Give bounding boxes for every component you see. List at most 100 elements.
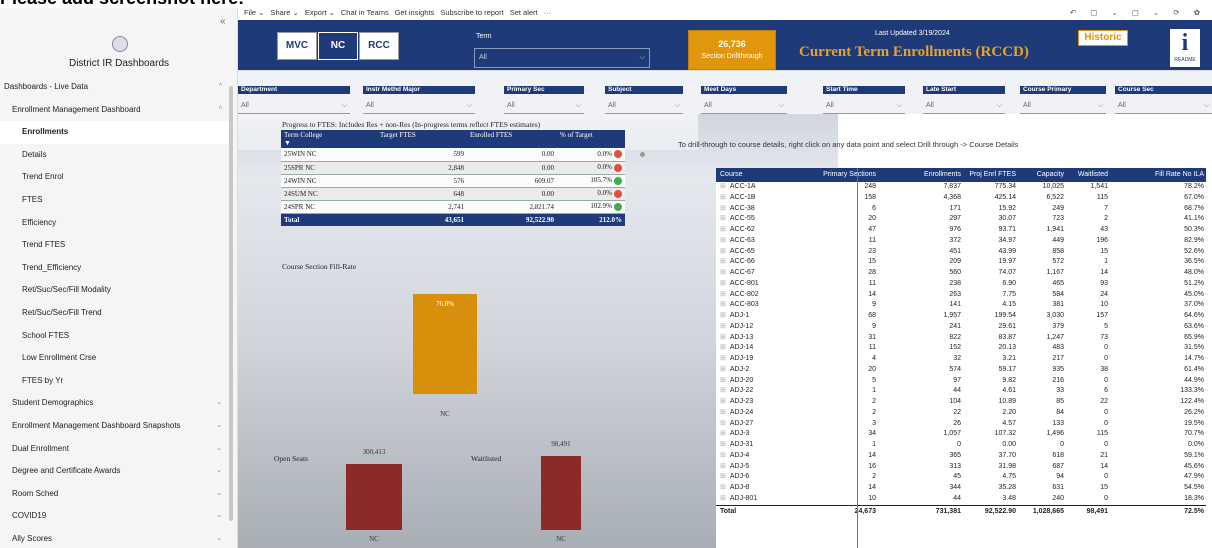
table-row[interactable]: ⊞ ADJ-3 34 1,057 107.32 1,496 115 70.7%: [716, 429, 1206, 440]
expand-icon[interactable]: ⊞: [720, 495, 726, 502]
sidebar-item[interactable]: FTES: [0, 189, 230, 212]
table-row[interactable]: ⊞ ACC-65 23 451 43.99 858 15 52.6%: [716, 247, 1206, 258]
filter-department[interactable]: Department All ⌵: [238, 86, 350, 114]
col-header-term[interactable]: Term College ▼: [281, 130, 377, 148]
sidebar-item[interactable]: Trend FTES: [0, 234, 230, 257]
table-row[interactable]: ⊞ ACC-67 28 560 74.07 1,167 14 48.0%: [716, 268, 1206, 279]
expand-icon[interactable]: ⊞: [720, 280, 726, 287]
expand-icon[interactable]: ⊞: [720, 366, 726, 373]
toolbar-teams-icon[interactable]: Chat in Teams: [341, 8, 389, 17]
chevron-up-icon[interactable]: ^: [219, 99, 222, 122]
table-row[interactable]: 25WIN NC 599 0.00 0.0%: [281, 148, 625, 162]
table-row[interactable]: ⊞ ACC-1B 158 4,368 425.14 6,522 115 67.0%: [716, 193, 1206, 204]
col-header-target[interactable]: Target FTES: [377, 130, 467, 148]
toolbar-alert-icon[interactable]: Set alert: [510, 8, 538, 17]
table-scroll-indicator[interactable]: [640, 152, 645, 157]
sidebar-item[interactable]: Dashboards - Live Data ^: [0, 76, 230, 99]
expand-icon[interactable]: ⊞: [720, 291, 726, 298]
readme-button[interactable]: i README: [1168, 27, 1202, 69]
col-header-pct[interactable]: % of Target: [557, 130, 625, 148]
sidebar-item[interactable]: Enrollment Management Dashboard ^: [0, 99, 230, 122]
table-row[interactable]: ⊞ ACC-66 15 209 19.97 572 1 36.5%: [716, 257, 1206, 268]
expand-icon[interactable]: ⊞: [720, 473, 726, 480]
col-header[interactable]: Capacity: [1037, 168, 1064, 182]
expand-icon[interactable]: ⊞: [720, 355, 726, 362]
table-row[interactable]: ⊞ ACC-62 47 976 93.71 1,941 43 50.3%: [716, 225, 1206, 236]
table-row[interactable]: ⊞ ADJ-19 4 32 3.21 217 0 14.7%: [716, 354, 1206, 365]
expand-icon[interactable]: ⊞: [720, 248, 726, 255]
expand-icon[interactable]: ⊞: [720, 344, 726, 351]
sidebar-item[interactable]: COVID19 ⌄: [0, 505, 230, 528]
expand-icon[interactable]: ⊞: [720, 430, 726, 437]
expand-icon[interactable]: ⊞: [720, 398, 726, 405]
filter-dropdown[interactable]: All ⌵: [1020, 98, 1106, 114]
expand-icon[interactable]: ⊞: [720, 237, 726, 244]
sidebar-item[interactable]: School FTES: [0, 325, 230, 348]
sidebar-item[interactable]: Dual Enrollment ⌄: [0, 438, 230, 461]
expand-icon[interactable]: ⊞: [720, 215, 726, 222]
filter-start-time[interactable]: Start Time All ⌵: [823, 86, 905, 114]
table-row[interactable]: ⊞ ADJ-14 11 152 20.13 483 0 31.5%: [716, 343, 1206, 354]
sidebar-item[interactable]: Degree and Certificate Awards ⌄: [0, 460, 230, 483]
filter-primary-sec[interactable]: Primary Sec All ⌵: [504, 86, 584, 114]
sidebar-item[interactable]: Trend Enrol: [0, 166, 230, 189]
expand-icon[interactable]: ⊞: [720, 452, 726, 459]
expand-icon[interactable]: ⊞: [720, 312, 726, 319]
col-header[interactable]: Enrollments: [924, 168, 961, 182]
term-dropdown[interactable]: All ⌵: [474, 48, 650, 68]
expand-icon[interactable]: ⊞: [720, 194, 726, 201]
table-row[interactable]: ⊞ ADJ-24 2 22 2.20 84 0 26.2%: [716, 408, 1206, 419]
expand-icon[interactable]: ⊞: [720, 205, 726, 212]
table-row[interactable]: ⊞ ADJ-2 20 574 59.17 935 38 61.4%: [716, 365, 1206, 376]
toolbar-subscribe-icon[interactable]: Subscribe to report: [440, 8, 503, 17]
sidebar-item[interactable]: Enrollment Management Dashboard Snapshot…: [0, 415, 230, 438]
sidebar-item[interactable]: Room Sched ⌄: [0, 483, 230, 506]
filter-course-sec[interactable]: Course Sec All ⌵: [1115, 86, 1212, 114]
filter-course-primary[interactable]: Course Primary All ⌵: [1020, 86, 1106, 114]
table-row[interactable]: ⊞ ACC-801 11 238 6.90 465 93 51.2%: [716, 279, 1206, 290]
expand-icon[interactable]: ⊞: [720, 301, 726, 308]
chevron-down-icon[interactable]: ⌄: [216, 460, 222, 483]
college-button-rcc[interactable]: RCC: [359, 32, 399, 60]
chevron-down-icon[interactable]: ⌄: [216, 392, 222, 415]
table-row[interactable]: ⊞ ADJ-12 9 241 29.61 379 5 63.6%: [716, 322, 1206, 333]
toolbar-export-icon[interactable]: Export ⌄: [305, 8, 335, 17]
table-row[interactable]: 24SUM NC 648 0.00 0.0%: [281, 187, 625, 201]
table-row[interactable]: ⊞ ADJ-23 2 104 10.89 85 22 122.4%: [716, 397, 1206, 408]
expand-icon[interactable]: ⊞: [720, 377, 726, 384]
filter-dropdown[interactable]: All ⌵: [823, 98, 905, 114]
sidebar-item[interactable]: Student Demographics ⌄: [0, 392, 230, 415]
filter-instr-methd-major[interactable]: Instr Methd Major All ⌵: [363, 86, 475, 114]
filter-dropdown[interactable]: All ⌵: [238, 98, 350, 114]
table-row[interactable]: ⊞ ACC-55 20 297 30.07 723 2 41.1%: [716, 214, 1206, 225]
sidebar-item[interactable]: Details: [0, 144, 230, 167]
table-row[interactable]: 25SPR NC 2,848 0.00 0.0%: [281, 161, 625, 175]
table-row[interactable]: ⊞ ADJ-801 10 44 3.48 240 0 18.3%: [716, 494, 1206, 505]
table-row[interactable]: ⊞ ACC-38 6 171 15.92 249 7 68.7%: [716, 204, 1206, 215]
expand-icon[interactable]: ⊞: [720, 258, 726, 265]
filter-dropdown[interactable]: All ⌵: [363, 98, 475, 114]
sidebar-item[interactable]: Low Enrollment Crse: [0, 347, 230, 370]
col-header[interactable]: Waitlisted: [1078, 168, 1108, 182]
toolbar-more-icon[interactable]: ···: [544, 8, 552, 17]
toolbar-file-icon[interactable]: File ⌄: [244, 8, 264, 17]
filter-dropdown[interactable]: All ⌵: [504, 98, 584, 114]
toolbar-right-icons[interactable]: ↶ ▢ ⌄ ▢ ⌄ ⟳ ✿: [1070, 8, 1206, 17]
table-row[interactable]: ⊞ ADJ-6 2 45 4.75 94 0 47.9%: [716, 472, 1206, 483]
table-row[interactable]: 24WIN NC 576 609.07 105.7%: [281, 174, 625, 188]
expand-icon[interactable]: ⊞: [720, 484, 726, 491]
expand-icon[interactable]: ⊞: [720, 420, 726, 427]
sidebar-item[interactable]: Ret/Suc/Sec/Fill Modality: [0, 279, 230, 302]
college-button-nc[interactable]: NC: [318, 32, 358, 60]
sidebar-item[interactable]: FTES by Yr: [0, 370, 230, 393]
historic-button[interactable]: Historic: [1078, 30, 1128, 46]
filter-dropdown[interactable]: All ⌵: [605, 98, 683, 114]
waitlisted-bar[interactable]: [541, 456, 581, 530]
filter-meet-days[interactable]: Meet Days All ⌵: [701, 86, 787, 114]
expand-icon[interactable]: ⊞: [720, 441, 726, 448]
chevron-down-icon[interactable]: ⌄: [216, 415, 222, 438]
table-row[interactable]: ⊞ ADJ-8 14 344 35.28 631 15 54.5%: [716, 483, 1206, 494]
table-row[interactable]: ⊞ ADJ-4 14 365 37.70 618 21 59.1%: [716, 451, 1206, 462]
chevron-down-icon[interactable]: ⌄: [216, 483, 222, 506]
college-button-mvc[interactable]: MVC: [277, 32, 317, 60]
